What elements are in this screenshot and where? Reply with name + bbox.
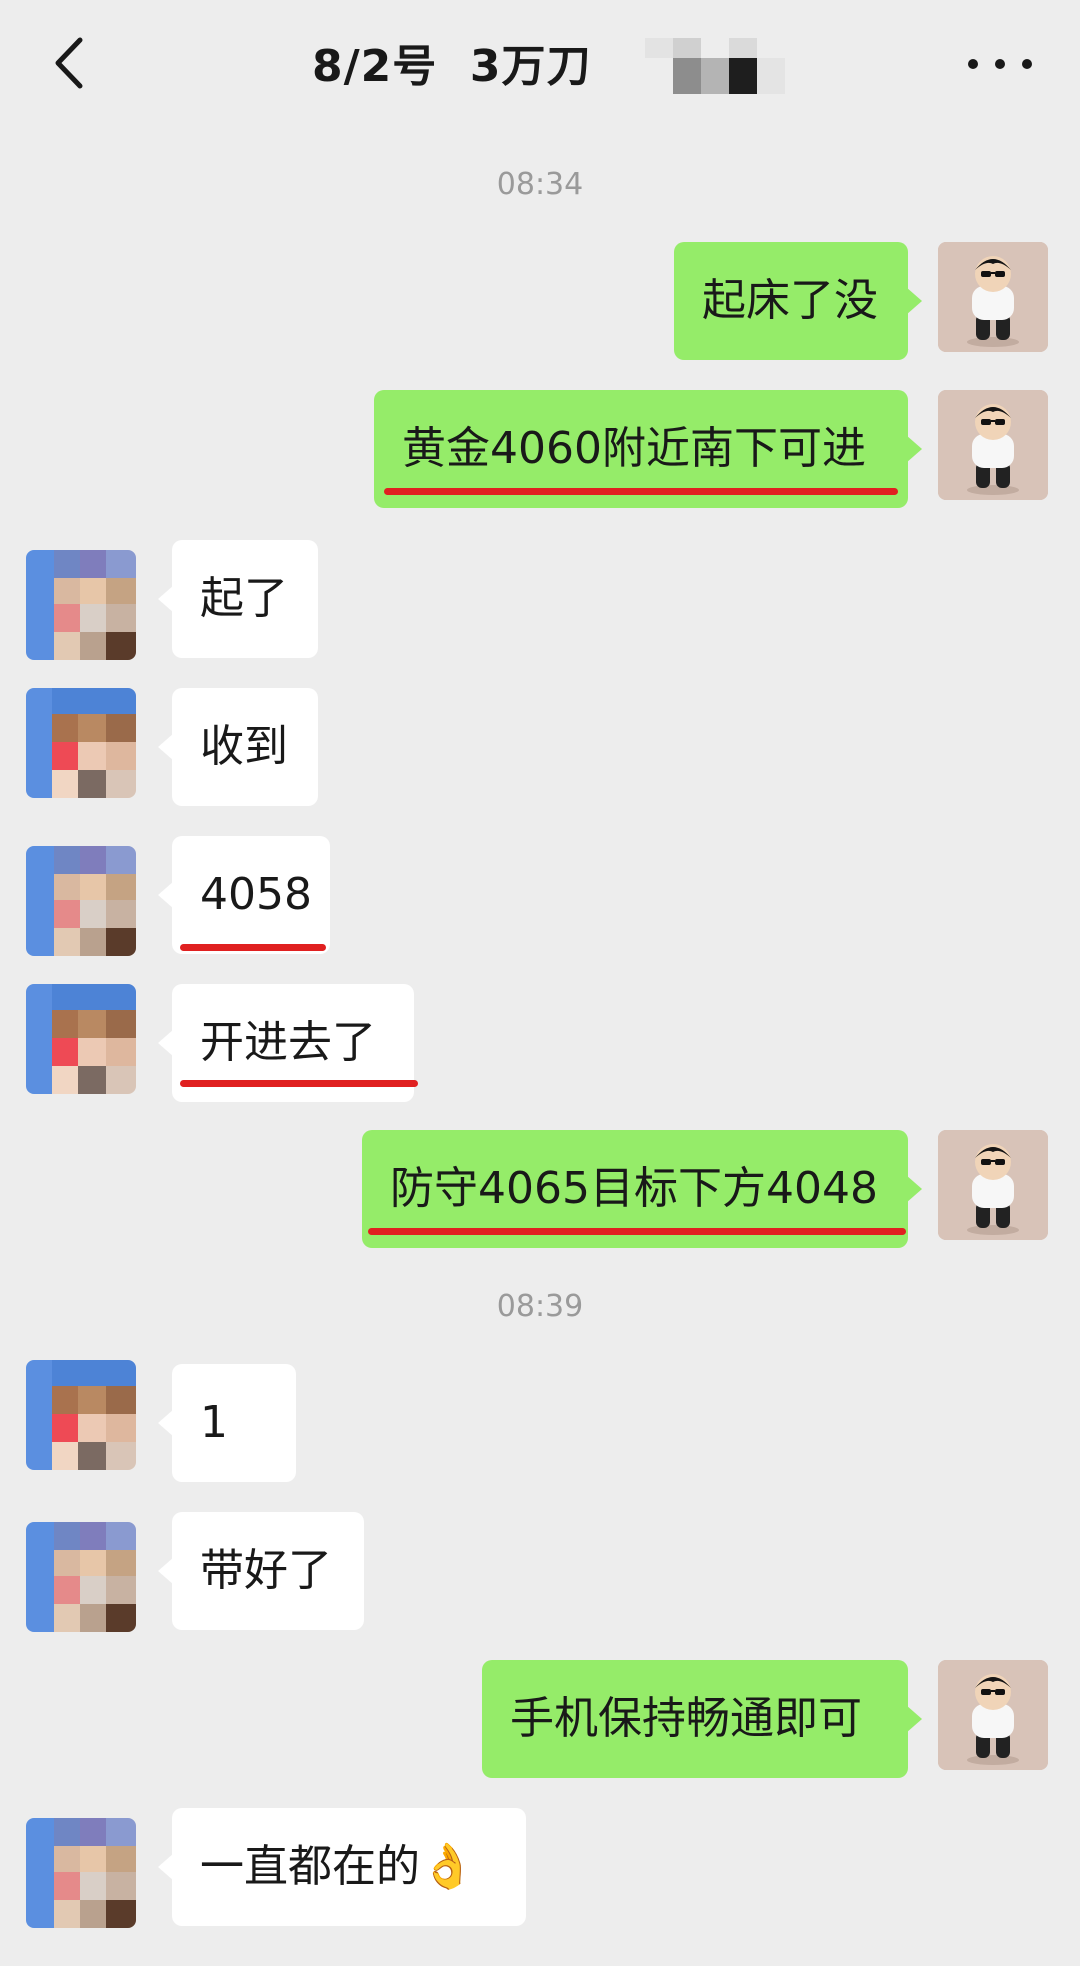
self-avatar[interactable] bbox=[938, 242, 1048, 352]
more-button[interactable] bbox=[960, 44, 1040, 84]
message-bubble-incoming[interactable]: 收到 bbox=[158, 688, 318, 806]
blurred-contact-name bbox=[645, 38, 785, 94]
message-bubble-incoming[interactable]: 4058 bbox=[158, 836, 330, 954]
message-bubble-outgoing[interactable]: 起床了没 bbox=[674, 242, 922, 360]
cartoon-boy-sunglasses-icon bbox=[938, 1660, 1048, 1770]
self-avatar[interactable] bbox=[938, 1130, 1048, 1240]
message-text: 起了 bbox=[200, 573, 288, 624]
cartoon-boy-sunglasses-icon bbox=[938, 390, 1048, 500]
red-underline-annotation bbox=[384, 488, 898, 495]
timestamp: 08:34 bbox=[496, 167, 584, 202]
message-text: 开进去了 bbox=[200, 1017, 376, 1068]
chevron-left-icon bbox=[55, 37, 83, 89]
message-text: 收到 bbox=[200, 721, 288, 772]
contact-avatar-blurred[interactable] bbox=[26, 688, 136, 798]
red-underline-annotation bbox=[180, 1080, 418, 1087]
message-text: 1 bbox=[200, 1397, 228, 1448]
message-text: 手机保持畅通即可 bbox=[510, 1693, 862, 1744]
red-underline-annotation bbox=[180, 944, 326, 951]
message-text: 4058 bbox=[200, 869, 312, 920]
contact-avatar-blurred[interactable] bbox=[26, 1360, 136, 1470]
chat-title: 8/2号 3万刀 bbox=[312, 41, 592, 92]
message-bubble-outgoing[interactable]: 手机保持畅通即可 bbox=[482, 1660, 922, 1778]
message-bubble-incoming[interactable]: 一直都在的👌 bbox=[158, 1808, 526, 1926]
message-bubble-incoming[interactable]: 起了 bbox=[158, 540, 318, 658]
message-text: 黄金4060附近南下可进 bbox=[402, 423, 866, 474]
message-bubble-incoming[interactable]: 1 bbox=[158, 1364, 296, 1482]
cartoon-boy-sunglasses-icon bbox=[938, 242, 1048, 352]
contact-avatar-blurred[interactable] bbox=[26, 984, 136, 1094]
back-button[interactable] bbox=[38, 28, 108, 98]
message-bubble-incoming[interactable]: 带好了 bbox=[158, 1512, 364, 1630]
timestamp: 08:39 bbox=[496, 1289, 584, 1324]
contact-avatar-blurred[interactable] bbox=[26, 1818, 136, 1928]
red-underline-annotation bbox=[368, 1228, 906, 1235]
contact-avatar-blurred[interactable] bbox=[26, 1522, 136, 1632]
contact-avatar-blurred[interactable] bbox=[26, 550, 136, 660]
self-avatar[interactable] bbox=[938, 390, 1048, 500]
message-text: 一直都在的👌 bbox=[200, 1841, 475, 1892]
message-text: 防守4065目标下方4048 bbox=[390, 1163, 878, 1214]
self-avatar[interactable] bbox=[938, 1660, 1048, 1770]
message-text: 起床了没 bbox=[702, 275, 878, 326]
message-text: 带好了 bbox=[200, 1545, 332, 1596]
chat-header: 8/2号 3万刀 bbox=[0, 0, 1080, 130]
contact-avatar-blurred[interactable] bbox=[26, 846, 136, 956]
cartoon-boy-sunglasses-icon bbox=[938, 1130, 1048, 1240]
